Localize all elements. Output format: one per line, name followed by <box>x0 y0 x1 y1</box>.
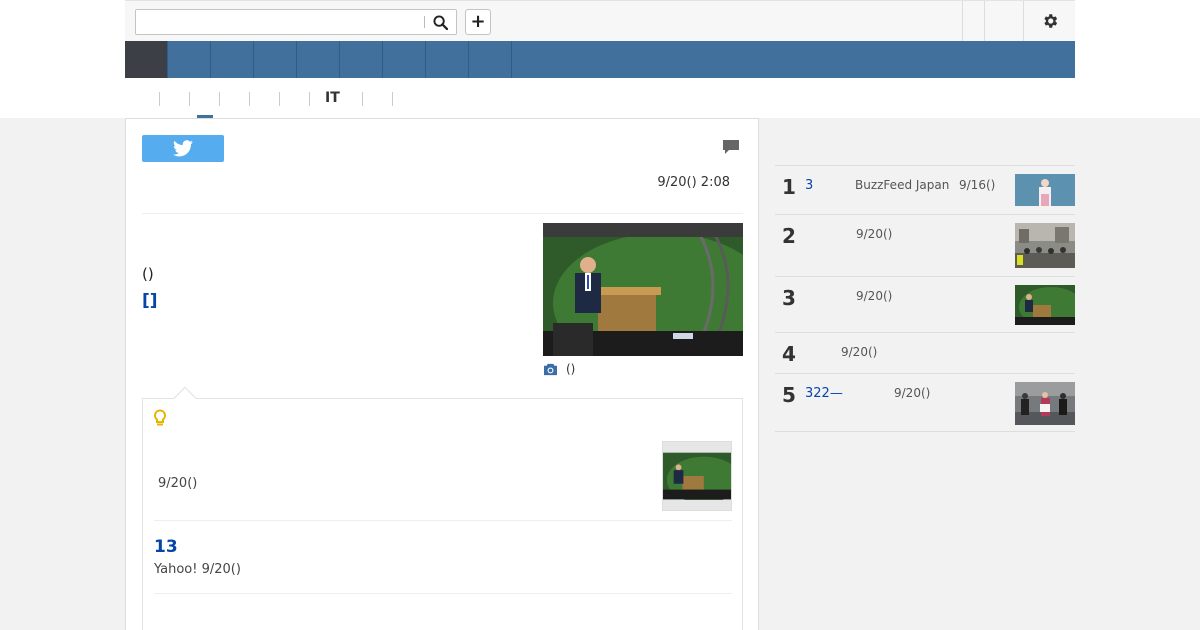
nav-item-home[interactable] <box>125 41 168 78</box>
ranking-list: 1 3 BuzzFeed Japan 9/16() 2 9/20() 3 9/2… <box>775 165 1075 432</box>
ranking-item[interactable]: 5 322— 9/20() <box>775 373 1075 432</box>
ranking-item[interactable]: 4 9/20() <box>775 332 1075 373</box>
subtab[interactable] <box>219 92 220 106</box>
rank-number: 4 <box>782 342 796 366</box>
comment-icon[interactable] <box>722 139 740 156</box>
search-input[interactable] <box>136 10 424 34</box>
plus-icon: + <box>470 11 486 32</box>
rank-number: 3 <box>782 286 796 310</box>
sub-category-tabs <box>125 78 1075 118</box>
add-button[interactable]: + <box>465 9 491 35</box>
ranking-item-date: 9/20() <box>856 227 893 241</box>
tweet-button[interactable] <box>142 135 224 162</box>
nav-item[interactable] <box>211 41 254 78</box>
search-box <box>135 9 457 35</box>
divider <box>154 520 732 521</box>
rank-number: 1 <box>782 175 796 199</box>
toolbar-button[interactable] <box>963 1 985 41</box>
subtab[interactable] <box>362 92 363 106</box>
related-articles-box: 9/20() 13 Yahoo! 9/20() <box>142 386 743 630</box>
search-icon <box>432 14 448 30</box>
ranking-thumbnail <box>1015 382 1075 425</box>
ranking-item[interactable]: 1 3 BuzzFeed Japan 9/16() <box>775 165 1075 214</box>
search-button[interactable] <box>424 10 456 34</box>
toolbar-button[interactable] <box>985 1 1023 41</box>
gear-icon <box>1043 14 1057 28</box>
ranking-item-date: 9/20() <box>894 386 931 400</box>
ranking-item[interactable]: 3 9/20() <box>775 276 1075 332</box>
ranking-item-title[interactable]: 3 <box>805 178 813 193</box>
settings-button[interactable] <box>1024 1 1075 41</box>
podium-photo <box>543 223 743 356</box>
tab-it[interactable]: IT <box>325 90 340 106</box>
subtab[interactable] <box>249 92 250 106</box>
nav-item[interactable] <box>340 41 383 78</box>
related-item-thumbnail[interactable] <box>662 441 732 511</box>
ranking-thumbnail <box>1015 174 1075 206</box>
photo-caption: () <box>543 362 575 376</box>
nav-item[interactable] <box>168 41 211 78</box>
photo-caption-text: () <box>566 362 576 376</box>
divider <box>142 213 743 214</box>
ranking-item-date: 9/20() <box>856 289 893 303</box>
top-toolbar: + <box>125 0 1075 41</box>
ranking-item[interactable]: 2 9/20() <box>775 214 1075 276</box>
subtab[interactable] <box>159 92 160 106</box>
lightbulb-icon <box>154 409 166 426</box>
ranking-thumbnail <box>1015 223 1075 268</box>
article-link[interactable]: [] <box>142 291 158 311</box>
related-item-date: 9/20() <box>158 476 198 491</box>
nav-item[interactable] <box>297 41 340 78</box>
article-datetime: 9/20() 2:08 <box>657 175 730 190</box>
ranking-item-date: 9/16() <box>959 178 996 192</box>
nav-item[interactable] <box>426 41 469 78</box>
category-nav <box>125 41 1075 78</box>
nav-item[interactable] <box>469 41 512 78</box>
ranking-item-source: BuzzFeed Japan <box>855 178 950 192</box>
subtab[interactable] <box>392 92 393 106</box>
article-panel: 9/20() 2:08 () [] () 9/20() 13 Yahoo! 9/… <box>125 118 759 630</box>
ranking-item-title[interactable]: 322— <box>805 386 843 401</box>
subtab[interactable] <box>279 92 280 106</box>
article-source: () <box>142 265 154 283</box>
subtab[interactable] <box>189 92 190 106</box>
rank-number: 5 <box>782 383 796 407</box>
divider <box>154 593 732 594</box>
twitter-icon <box>173 140 193 157</box>
rank-number: 2 <box>782 224 796 248</box>
ranking-item-date: 9/20() <box>841 345 878 359</box>
camera-icon <box>544 363 557 375</box>
related-item-title[interactable]: 13 <box>154 537 178 557</box>
article-photo[interactable] <box>543 223 743 356</box>
related-item-source: Yahoo! 9/20() <box>154 562 241 577</box>
subtab[interactable] <box>309 92 310 106</box>
ranking-thumbnail <box>1015 285 1075 325</box>
callout-notch <box>173 386 197 410</box>
podium-thumbnail <box>663 452 731 500</box>
nav-item[interactable] <box>254 41 297 78</box>
nav-item[interactable] <box>383 41 426 78</box>
